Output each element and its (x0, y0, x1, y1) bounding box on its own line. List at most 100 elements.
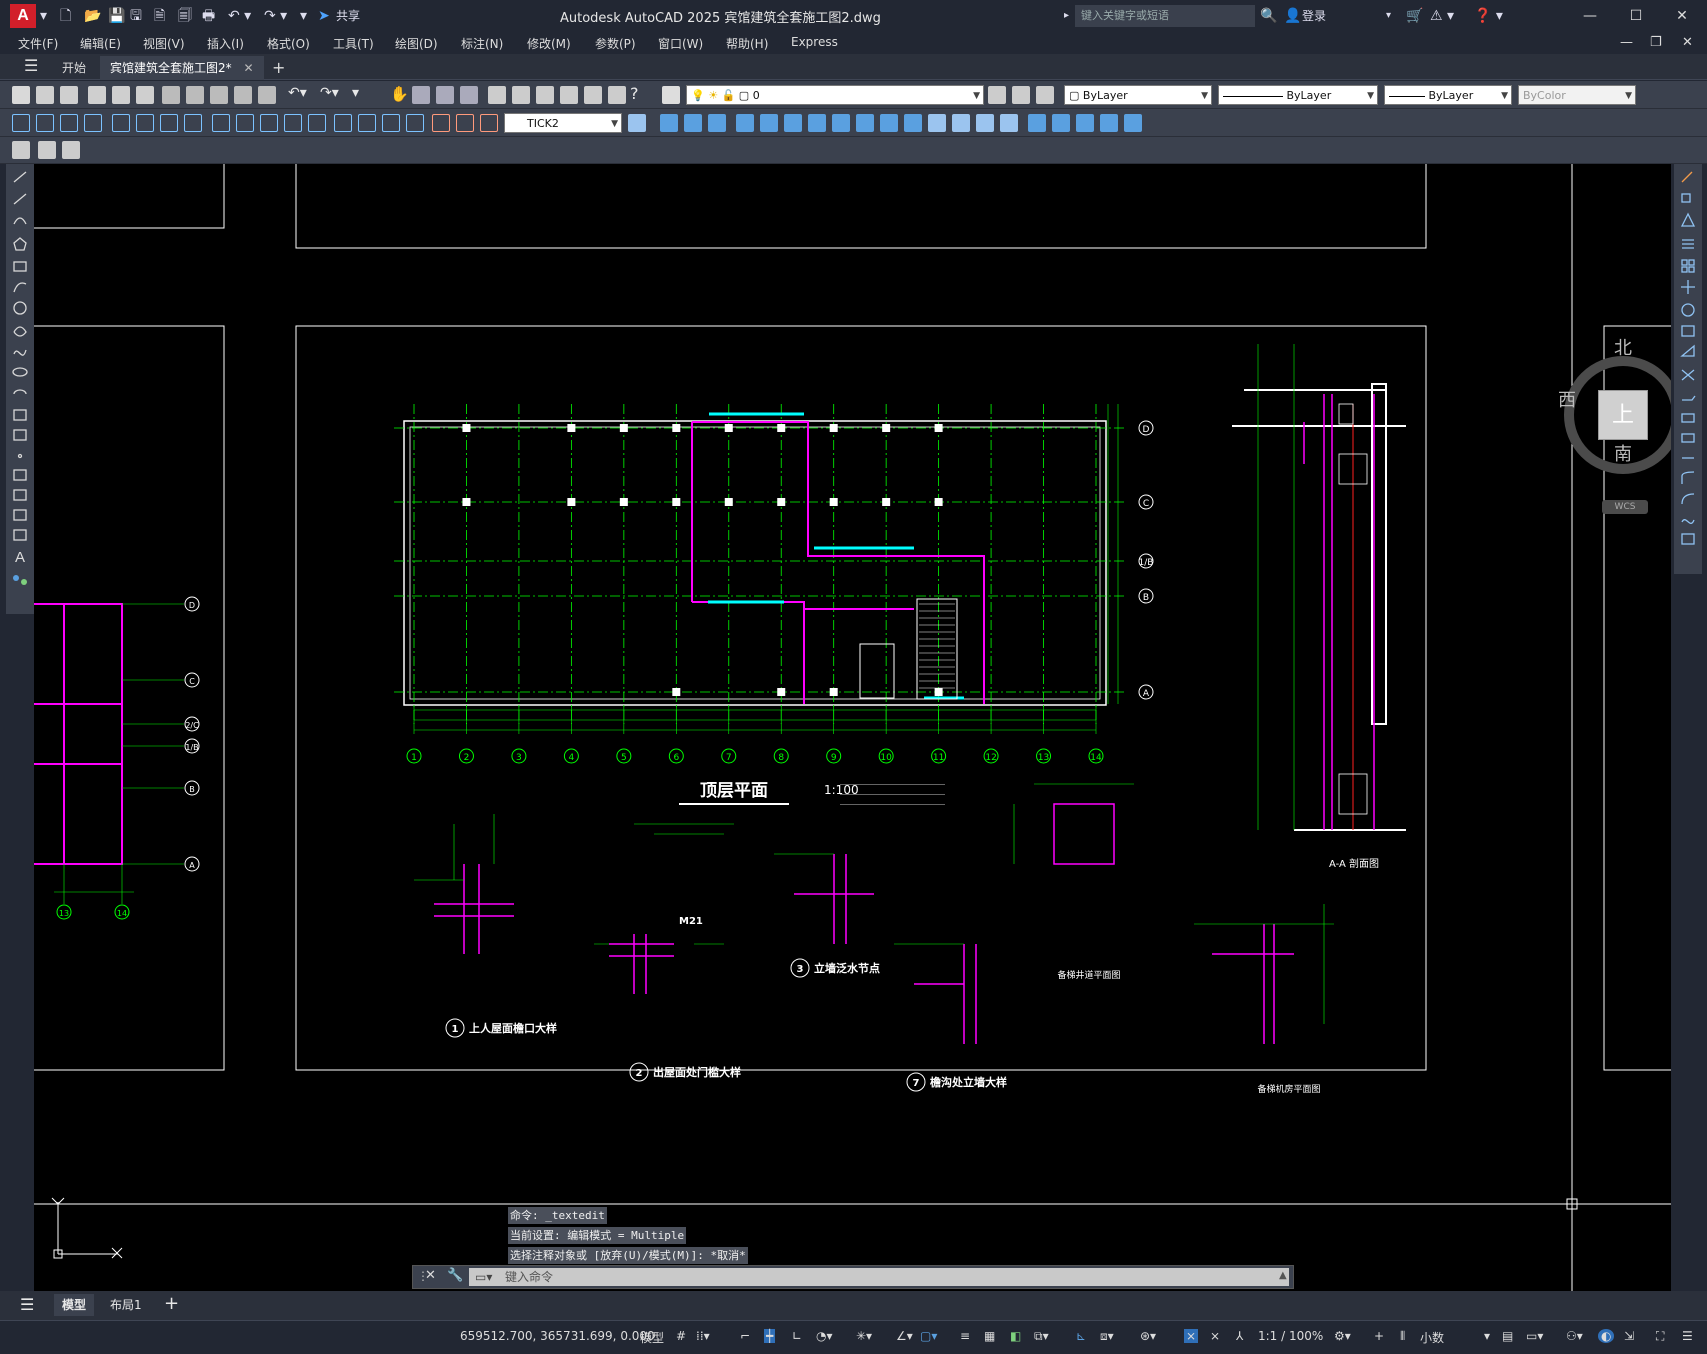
quick-dim-icon[interactable] (212, 114, 230, 132)
isolate-objects-icon[interactable]: ⚇▾ (1566, 1329, 1583, 1343)
lineweight-select[interactable]: ByLayer ▼ (1384, 85, 1512, 105)
free-orbit-icon[interactable] (760, 114, 778, 132)
calculator-icon[interactable] (608, 86, 626, 104)
revolve-icon[interactable] (1076, 114, 1094, 132)
recent-commands-icon[interactable]: ▭▾ (475, 1270, 492, 1284)
dim-ordinate-icon[interactable] (84, 114, 102, 132)
minimize-window-button[interactable]: — (1570, 4, 1610, 28)
isometric-icon[interactable]: ✳▾ (856, 1329, 872, 1343)
dim-continue-icon[interactable] (260, 114, 278, 132)
selection-cycling-icon[interactable]: ◧ (1010, 1329, 1021, 1343)
linetype-select[interactable]: ByLayer ▼ (1218, 85, 1378, 105)
layer-properties-icon[interactable] (662, 86, 680, 104)
plotstyle-select[interactable]: ByColor ▼ (1518, 85, 1636, 105)
annotation-scale-value[interactable]: 1:1 / 100% (1258, 1329, 1323, 1343)
xref-icon[interactable] (62, 141, 80, 159)
gizmo-icon[interactable]: ⊛▾ (1140, 1329, 1156, 1343)
menu-format[interactable]: 格式(O) (267, 35, 310, 52)
compass-south[interactable]: 南 (1614, 440, 1632, 466)
object-snap-tracking-icon[interactable]: ∠▾ (896, 1329, 913, 1343)
clean-screen-icon[interactable]: ⇲ (1624, 1329, 1634, 1343)
plot-preview-icon[interactable] (112, 86, 130, 104)
new-tab-button[interactable]: + (262, 56, 295, 80)
command-input[interactable]: 键入命令 (469, 1268, 1289, 1286)
doc-close-button[interactable]: ✕ (1682, 35, 1693, 50)
dim-update-icon[interactable] (480, 114, 498, 132)
publish-icon[interactable] (136, 86, 154, 104)
annotation-visibility-icon[interactable]: ⨯ (1184, 1329, 1199, 1343)
conceptual-icon[interactable] (1000, 114, 1018, 132)
autodesk-app-icon[interactable]: ⚠ ▾ (1430, 6, 1454, 26)
help-icon[interactable]: ❓ ▾ (1474, 6, 1503, 26)
autocad-logo-icon[interactable]: A (10, 4, 36, 28)
print-preview-icon[interactable]: 🗐 (178, 6, 192, 26)
infer-constraints-icon[interactable]: ⌐ (740, 1329, 750, 1343)
more-icon[interactable]: ▾ (352, 85, 359, 101)
hardware-acceleration-icon[interactable]: ◐ (1598, 1329, 1615, 1343)
cut-icon[interactable] (162, 86, 180, 104)
box-icon[interactable] (1028, 114, 1046, 132)
copy-icon[interactable] (186, 86, 204, 104)
grid-icon[interactable]: # (676, 1329, 686, 1343)
walk-icon[interactable] (832, 114, 850, 132)
continuous-orbit-icon[interactable] (784, 114, 802, 132)
realistic-icon[interactable] (976, 114, 994, 132)
cart-icon[interactable]: 🛒 (1406, 6, 1423, 26)
dynamic-input-icon[interactable]: ┿ (764, 1329, 776, 1343)
add-layout-button[interactable]: + (164, 1293, 179, 1314)
dim-style-manager-icon[interactable] (628, 114, 646, 132)
pan-icon[interactable]: ✋ (390, 85, 409, 103)
fly-icon[interactable] (856, 114, 874, 132)
plot-icon[interactable] (88, 86, 106, 104)
save-icon[interactable]: 💾 (108, 6, 125, 26)
new-icon[interactable] (12, 86, 30, 104)
units-dropdown-icon[interactable]: ▾ (1484, 1329, 1490, 1343)
ucs-icon[interactable] (880, 114, 898, 132)
design-center-icon[interactable] (512, 86, 530, 104)
dimstyle-select[interactable]: TICK2 ▼ (504, 113, 622, 133)
doc-restore-button[interactable]: ❐ (1650, 35, 1662, 50)
snap-mode-icon[interactable]: ⁞⁞▾ (696, 1329, 710, 1343)
union-icon[interactable] (1100, 114, 1118, 132)
extrude-icon[interactable] (1052, 114, 1070, 132)
new-file-icon[interactable]: 🗋 (60, 6, 71, 26)
dim-baseline-icon[interactable] (236, 114, 254, 132)
subtract-icon[interactable] (1124, 114, 1142, 132)
center-mark-icon[interactable] (358, 114, 376, 132)
lock-ui-icon[interactable]: ▭▾ (1526, 1329, 1543, 1343)
object-snap-icon[interactable]: ▢▾ (920, 1329, 937, 1343)
dim-jogged-icon[interactable] (136, 114, 154, 132)
redo-icon[interactable]: ↷ ▾ (264, 6, 287, 26)
compass-west[interactable]: 西 (1558, 386, 1576, 412)
units-icon[interactable]: ⦀ (1400, 1329, 1405, 1344)
tab-start[interactable]: 开始 (52, 56, 96, 80)
fullscreen-icon[interactable]: ⛶ (1656, 1329, 1664, 1344)
layer-previous-icon[interactable] (1012, 86, 1030, 104)
viewcube[interactable]: 上 北 南 东 西 WCS (1554, 334, 1671, 514)
redo-icon[interactable]: ↷▾ (320, 85, 339, 101)
menu-window[interactable]: 窗口(W) (658, 35, 703, 52)
3d-osnap-icon[interactable]: ⧉▾ (1034, 1329, 1049, 1344)
paste-icon[interactable] (210, 86, 228, 104)
doc-minimize-button[interactable]: — (1620, 35, 1633, 50)
share-button[interactable]: 共享 (336, 6, 360, 26)
dim-radius-icon[interactable] (112, 114, 130, 132)
undo-icon[interactable]: ↶▾ (288, 85, 307, 101)
inspect-icon[interactable] (382, 114, 400, 132)
dynamic-ucs-icon[interactable]: ⊾ (1076, 1329, 1086, 1343)
coordinates-readout[interactable]: 659512.700, 365731.699, 0.000 (460, 1329, 655, 1343)
workspace-gear-icon[interactable]: ⚙▾ (1334, 1329, 1351, 1343)
dim-break-icon[interactable] (308, 114, 326, 132)
view-front-icon[interactable] (708, 114, 726, 132)
shaded-icon[interactable] (952, 114, 970, 132)
save-as-icon[interactable]: 🖫 (130, 6, 142, 26)
annotation-monitor-icon[interactable]: + (1374, 1329, 1384, 1343)
search-expand-icon[interactable]: ▸ (1064, 6, 1069, 26)
maximize-window-button[interactable]: ☐ (1616, 4, 1656, 28)
login-button[interactable]: 登录 (1302, 6, 1326, 26)
zoom-realtime-icon[interactable] (412, 86, 430, 104)
properties-icon[interactable] (488, 86, 506, 104)
match-properties-icon[interactable] (234, 86, 252, 104)
customize-command-icon[interactable]: 🔧 (447, 1268, 463, 1283)
jogged-linear-icon[interactable] (406, 114, 424, 132)
